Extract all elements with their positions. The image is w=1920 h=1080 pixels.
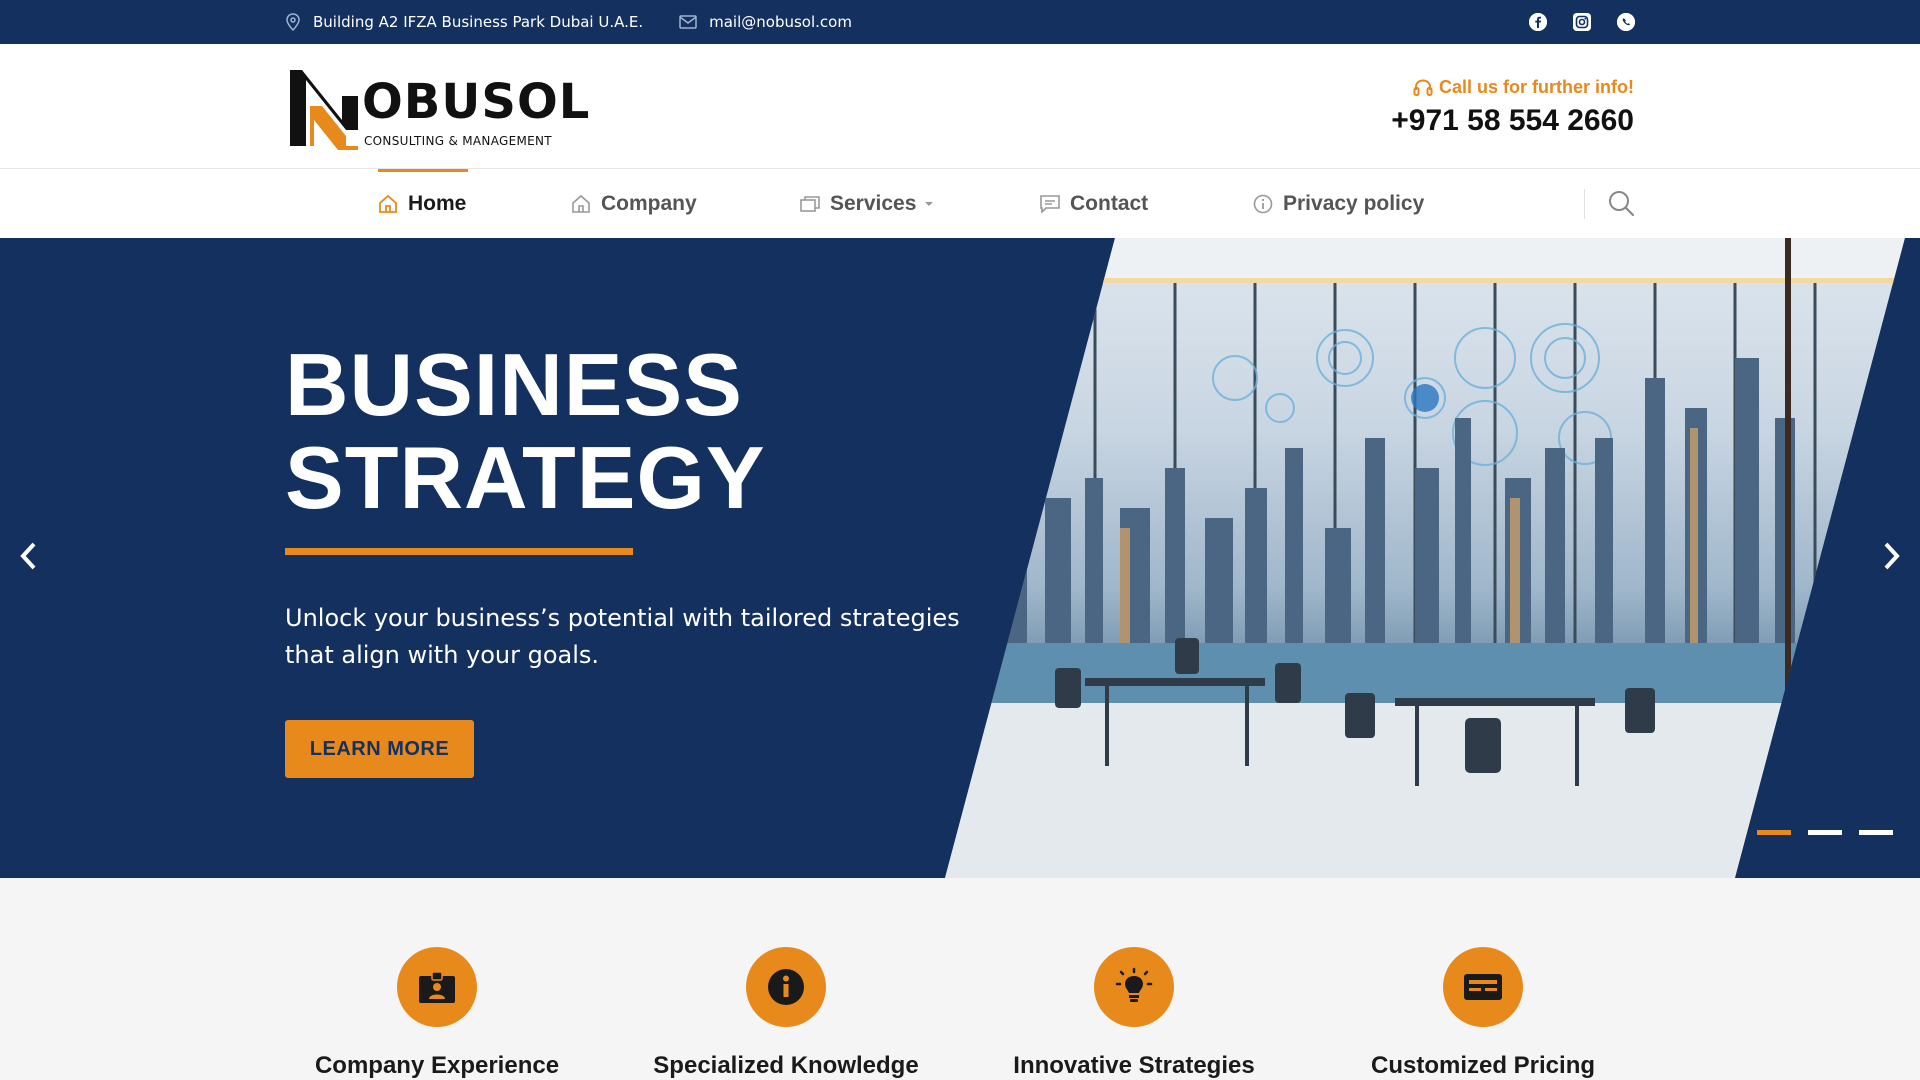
feature-title: Customized Pricing <box>1370 1052 1596 1079</box>
instagram-icon[interactable] <box>1573 13 1591 31</box>
chevron-down-icon <box>925 201 934 206</box>
call-label-text: Call us for further info! <box>1439 77 1634 97</box>
chevron-right-icon <box>1884 542 1900 570</box>
hero-title-line1: BUSINESS <box>285 335 743 434</box>
headset-icon <box>1413 78 1433 96</box>
feature-title: Specialized Knowledge <box>653 1052 919 1079</box>
logo-subtitle: CONSULTING & MANAGEMENT <box>364 134 552 148</box>
feature-icon-circle <box>746 947 826 1027</box>
slide-dot-2[interactable] <box>1808 830 1842 835</box>
id-badge-icon <box>419 971 455 1003</box>
nav-item-privacy[interactable]: Privacy policy <box>1253 169 1424 238</box>
slide-indicators <box>1757 830 1893 835</box>
lightbulb-icon <box>1115 967 1153 1002</box>
feature-customized-pricing: Customized Pricing <box>1333 878 1633 1080</box>
top-bar: Building A2 IFZA Business Park Dubai U.A… <box>0 0 1920 44</box>
nav-contact-label: Contact <box>1070 191 1149 215</box>
hero-text: Unlock your business’s potential with ta… <box>285 604 960 669</box>
feature-icon-circle <box>1094 947 1174 1027</box>
chat-icon <box>1040 194 1060 213</box>
nav-item-company[interactable]: Company <box>571 169 697 238</box>
services-icon <box>800 195 820 212</box>
slide-dot-3[interactable] <box>1859 830 1893 835</box>
call-box: Call us for further info! +971 58 554 26… <box>1391 77 1634 138</box>
feature-company-experience: Company Experience <box>287 878 587 1080</box>
feature-specialized-knowledge: Specialized Knowledge <box>636 878 936 1080</box>
nav-item-contact[interactable]: Contact <box>1040 169 1148 238</box>
info-icon <box>1253 194 1273 213</box>
learn-more-button[interactable]: LEARN MORE <box>285 720 474 778</box>
chevron-left-icon <box>20 542 36 570</box>
hero-slider: BUSINESS STRATEGY Unlock your business’s… <box>0 238 1920 878</box>
hero-title: BUSINESS STRATEGY <box>285 338 766 524</box>
main-nav: Home Company Services Contact Privacy po… <box>0 169 1920 238</box>
facebook-icon[interactable] <box>1529 13 1547 31</box>
feature-title: Innovative Strategies <box>1013 1052 1255 1079</box>
prev-slide-button[interactable] <box>14 536 44 576</box>
nav-item-services[interactable]: Services <box>800 169 934 238</box>
next-slide-button[interactable] <box>1876 536 1906 576</box>
home-icon <box>379 194 397 213</box>
address-text: Building A2 IFZA Business Park Dubai U.A… <box>313 13 644 31</box>
mail-icon <box>679 15 697 29</box>
email-link[interactable]: mail@nobusol.com <box>709 13 852 31</box>
feature-icon-circle <box>1443 947 1523 1027</box>
slide-dot-1[interactable] <box>1757 830 1791 835</box>
phone-number[interactable]: +971 58 554 2660 <box>1391 104 1634 138</box>
search-icon[interactable] <box>1607 189 1635 217</box>
nav-item-home[interactable]: Home <box>378 169 469 238</box>
logo-text: OBUSOL <box>362 74 591 130</box>
logo-mark-icon <box>290 70 358 150</box>
nav-services-label: Services <box>830 191 917 215</box>
info-icon <box>768 969 804 1005</box>
feature-innovative-strategies: Innovative Strategies <box>984 878 1284 1080</box>
feature-title: Company Experience <box>314 1052 560 1079</box>
building-icon <box>572 194 590 213</box>
location-pin-icon <box>286 13 300 31</box>
address-item: Building A2 IFZA Business Park Dubai U.A… <box>285 13 643 31</box>
nav-home-label: Home <box>408 191 467 215</box>
site-header: OBUSOL CONSULTING & MANAGEMENT Call us f… <box>0 44 1920 169</box>
email-item[interactable]: mail@nobusol.com <box>679 13 852 31</box>
feature-icon-circle <box>397 947 477 1027</box>
nav-privacy-label: Privacy policy <box>1283 191 1425 215</box>
nav-company-label: Company <box>601 191 697 215</box>
card-icon <box>1464 974 1502 1000</box>
features-section: Company Experience Specialized Knowledge… <box>0 878 1920 1080</box>
nav-divider <box>1584 189 1585 219</box>
logo[interactable]: OBUSOL CONSULTING & MANAGEMENT <box>288 66 591 150</box>
social-links <box>1529 0 1635 44</box>
whatsapp-icon[interactable] <box>1617 13 1635 31</box>
call-label: Call us for further info! <box>1391 77 1634 98</box>
hero-underline <box>285 548 633 555</box>
hero-title-line2: STRATEGY <box>285 428 766 527</box>
